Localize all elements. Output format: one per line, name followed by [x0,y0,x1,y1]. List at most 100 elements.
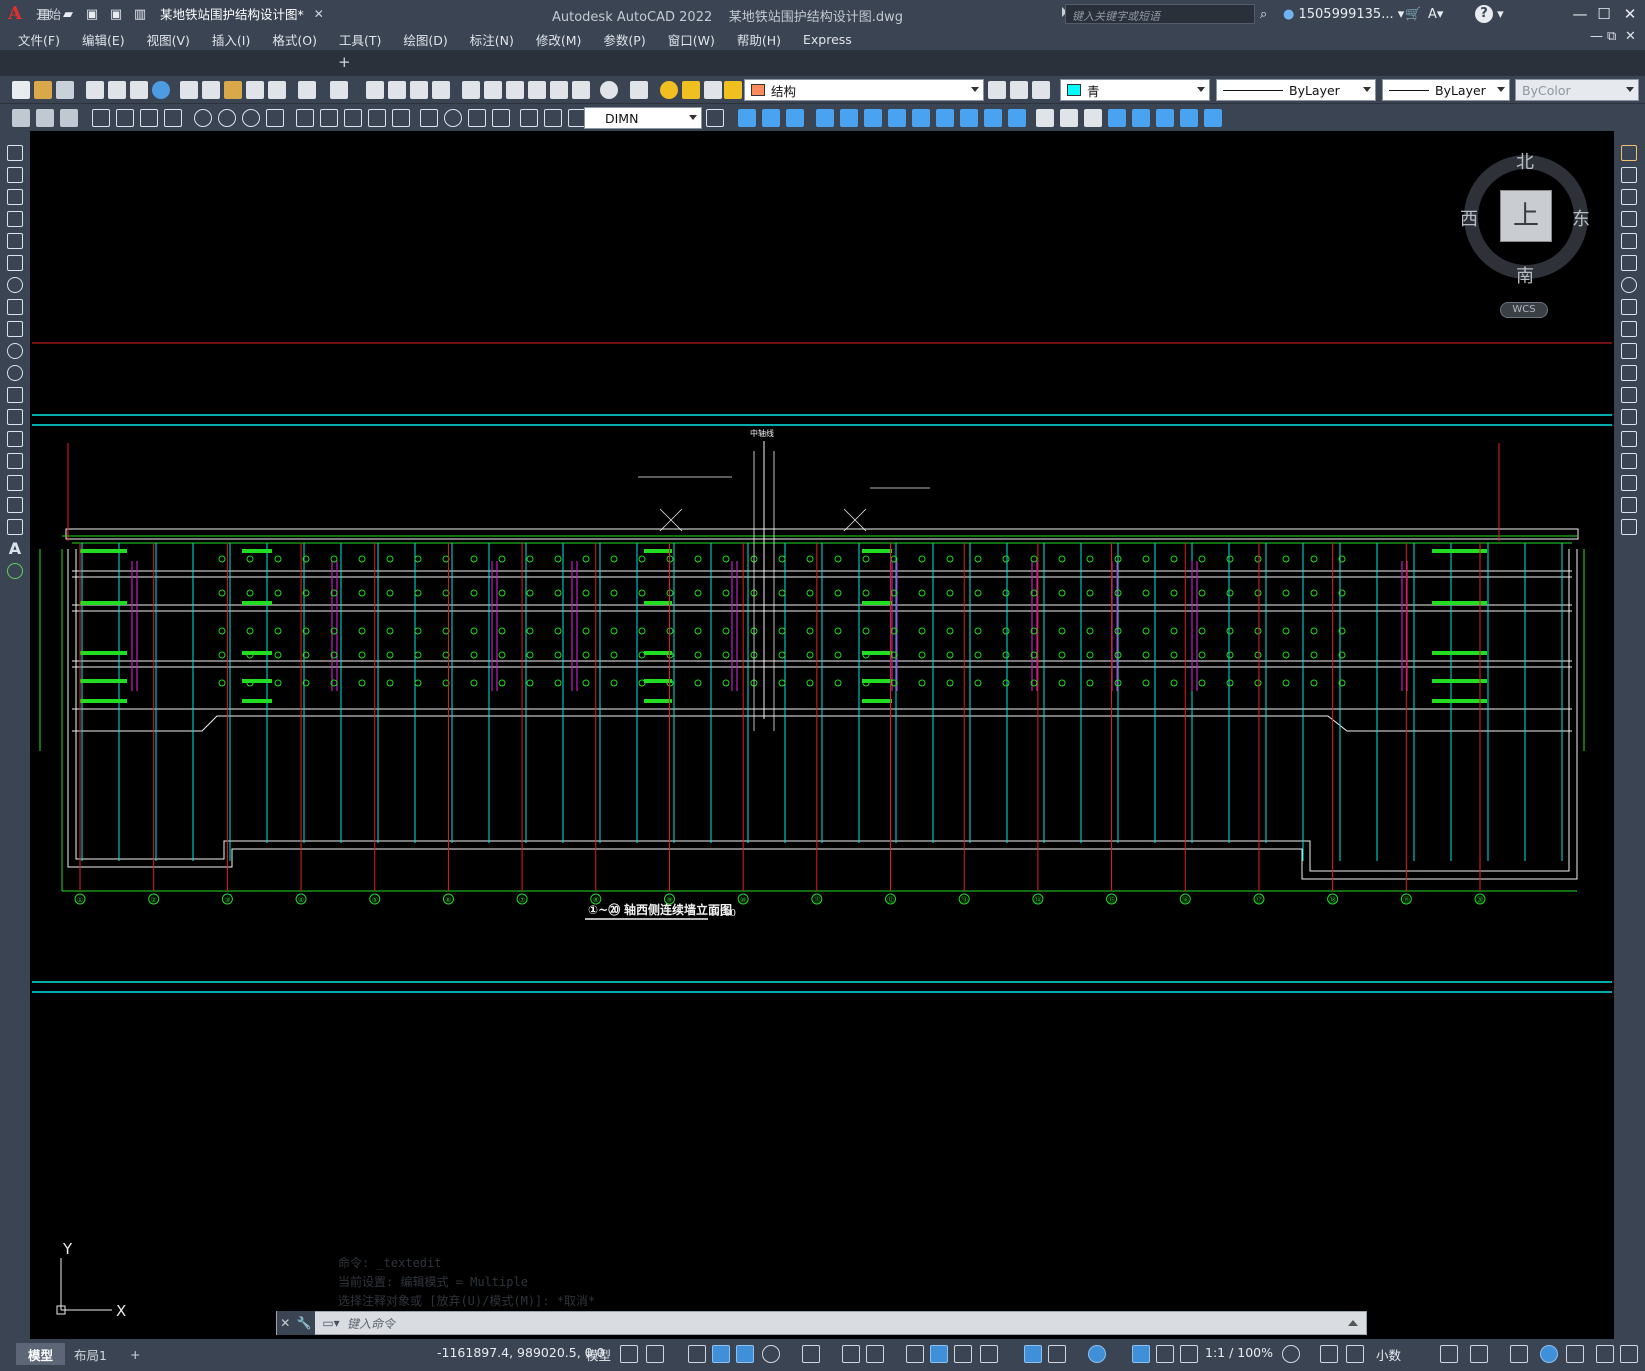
redo-icon[interactable] [330,81,348,99]
tab-model[interactable]: 模型 [16,1343,66,1365]
blend-curves-icon[interactable] [1621,497,1637,513]
add-selected-icon[interactable] [7,563,23,579]
snap-icon[interactable] [646,1345,664,1363]
lock-ui-icon[interactable] [1470,1345,1488,1363]
lineweight-dropdown[interactable]: ByLayer [1382,79,1510,101]
mtext-icon[interactable]: A [7,541,23,557]
explode-icon[interactable] [1621,519,1637,535]
publish-icon[interactable] [130,81,148,99]
stretch-icon[interactable] [912,109,930,127]
3d-osnap-icon[interactable] [980,1345,998,1363]
annotation-visibility-icon[interactable] [1132,1345,1150,1363]
continue-dim-icon[interactable] [344,109,362,127]
minimize-button[interactable]: — [1568,2,1592,26]
pan-icon[interactable] [366,81,384,99]
tool-palettes-icon[interactable] [506,81,524,99]
viewcube-south[interactable]: 南 [1516,262,1534,288]
design-center-icon[interactable] [484,81,502,99]
break-icon[interactable] [984,109,1002,127]
layer-properties-icon[interactable] [630,81,648,99]
doc-restore-button[interactable]: ⧉ [1607,29,1616,44]
center-mark-icon[interactable] [444,109,462,127]
fillet-icon[interactable] [1036,109,1054,127]
zoom-window-icon[interactable] [410,81,428,99]
menu-view[interactable]: 视图(V) [147,30,190,49]
user-account[interactable]: ● 1505999135... ▾ [1283,4,1404,24]
sheet-set-icon[interactable] [528,81,546,99]
offset-icon[interactable] [786,109,804,127]
linear-dim-icon[interactable] [92,109,110,127]
dimstyle-dropdown[interactable]: DIMN [584,107,702,129]
close-icon[interactable]: ✕ [280,1316,290,1330]
menu-draw[interactable]: 绘图(D) [403,30,447,49]
workspace-icon[interactable] [12,109,30,127]
menu-modify[interactable]: 修改(M) [536,30,582,49]
match-properties-icon[interactable] [246,81,264,99]
zoom-previous-icon[interactable] [432,81,450,99]
diameter-dim-icon[interactable] [242,109,260,127]
move-icon[interactable] [840,109,858,127]
open-icon[interactable] [34,81,52,99]
search-icon[interactable]: ⌕ [1260,4,1267,24]
quickcalc-icon[interactable] [572,81,590,99]
scale-icon[interactable] [1621,299,1637,315]
tab-start[interactable]: 开始 [24,2,73,25]
menu-edit[interactable]: 编辑(E) [82,30,125,49]
ordinate-dim-icon[interactable] [164,109,182,127]
paste-icon[interactable] [224,81,242,99]
rectangle-icon[interactable] [7,233,23,249]
annotation-scale-icon[interactable] [1180,1345,1198,1363]
extend-icon[interactable] [960,109,978,127]
construction-line-icon[interactable] [7,167,23,183]
new-tab-button[interactable]: + [338,53,351,71]
trim-icon[interactable] [1621,343,1637,359]
aligned-dim-icon[interactable] [116,109,134,127]
coordinates-display[interactable]: -1161897.4, 989020.5, 0.0 [437,1345,605,1360]
save-as-icon[interactable]: ▣ [106,4,126,24]
copy-icon[interactable] [1621,167,1637,183]
units-display[interactable]: 小数 [1376,1345,1401,1364]
menu-window[interactable]: 窗口(W) [668,30,715,49]
units-icon[interactable] [1346,1345,1364,1363]
match-icon[interactable] [36,109,54,127]
wrench-icon[interactable]: 🔧 [297,1316,312,1330]
break-icon[interactable] [1621,409,1637,425]
insert-block-icon[interactable] [7,387,23,403]
dim-space-icon[interactable] [368,109,386,127]
object-snap-icon[interactable] [866,1345,884,1363]
dim-text-edit-icon[interactable] [544,109,562,127]
mirror-icon[interactable] [1621,189,1637,205]
make-current-layer-icon[interactable] [988,81,1006,99]
join-icon[interactable] [1008,109,1026,127]
customization-icon[interactable] [1620,1345,1638,1363]
chamfer-icon[interactable] [1060,109,1078,127]
spline-icon[interactable] [7,321,23,337]
array-icon[interactable] [1621,233,1637,249]
ellipse-icon[interactable] [7,343,23,359]
quick-dim-icon[interactable] [296,109,314,127]
polar-tracking-icon[interactable] [762,1345,780,1363]
new-icon[interactable] [12,81,30,99]
menu-format[interactable]: 格式(O) [272,30,317,49]
wcs-menu-button[interactable]: WCS [1500,302,1548,318]
region-icon[interactable] [7,497,23,513]
maximize-button[interactable]: ☐ [1592,2,1616,26]
baseline-dim-icon[interactable] [320,109,338,127]
open-from-web-icon[interactable]: ▥ [130,4,150,24]
graphics-performance-icon[interactable] [1540,1345,1558,1363]
drawing-canvas[interactable]: ①②③④⑤⑥⑦⑧⑨⑩⑪⑫⑬⑭⑮⑯⑰⑱⑲⑳ 中轴线 ①~⑳ 轴西侧连续墙立面图 1… [32,131,1612,1339]
erase-icon[interactable] [1621,145,1637,161]
model-space-toggle[interactable]: 模型 [586,1345,611,1364]
scale-icon[interactable] [888,109,906,127]
block-editor-icon[interactable] [268,81,286,99]
menu-file[interactable]: 文件(F) [18,30,60,49]
table-icon[interactable] [7,519,23,535]
trim-icon[interactable] [936,109,954,127]
blend-icon[interactable] [1108,109,1126,127]
dynamic-input-icon[interactable] [712,1345,730,1363]
break-at-point-icon[interactable] [1621,387,1637,403]
dim-break-icon[interactable] [392,109,410,127]
cart-icon[interactable]: 🛒 [1405,4,1421,24]
join-icon[interactable] [1621,431,1637,447]
doc-close-button[interactable]: ✕ [1625,29,1636,44]
